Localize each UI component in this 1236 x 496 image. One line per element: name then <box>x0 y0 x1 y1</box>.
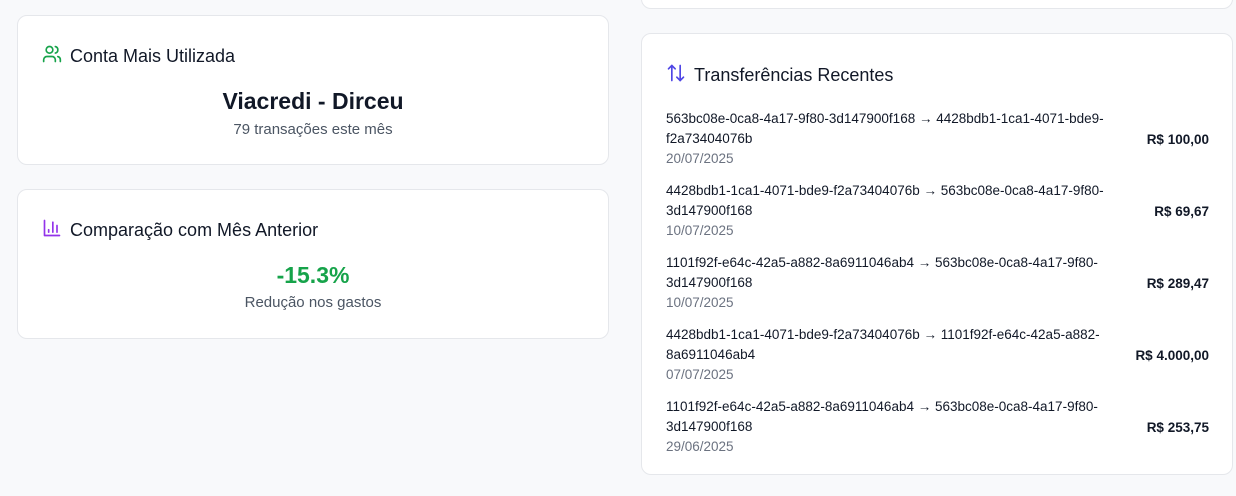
users-icon <box>42 44 62 69</box>
recent-transfers-card: Transferências Recentes 563bc08e-0ca8-4a… <box>641 33 1233 475</box>
transfer-row: 563bc08e-0ca8-4a17-9f80-3d147900f168 → 4… <box>666 103 1209 175</box>
previous-card <box>641 0 1233 9</box>
transfer-amount: R$ 69,67 <box>1154 203 1209 219</box>
comparison-percent: -15.3% <box>276 262 350 288</box>
most-used-account-header: Conta Mais Utilizada <box>42 44 235 69</box>
transfer-row: 4428bdb1-1ca1-4071-bde9-f2a73404076b → 1… <box>666 319 1209 391</box>
transfer-amount: R$ 289,47 <box>1146 275 1209 291</box>
transfer-list: 563bc08e-0ca8-4a17-9f80-3d147900f168 → 4… <box>666 103 1209 463</box>
recent-transfers-header: Transferências Recentes <box>666 63 893 88</box>
month-comparison-title: Comparação com Mês Anterior <box>70 220 319 240</box>
transfer-row: 1101f92f-e64c-42a5-a882-8a6911046ab4 → 5… <box>666 391 1209 463</box>
transfer-description: 4428bdb1-1ca1-4071-bde9-f2a73404076b → 1… <box>666 327 1100 362</box>
transfer-info: 4428bdb1-1ca1-4071-bde9-f2a73404076b → 5… <box>666 181 1126 241</box>
transfer-date: 07/07/2025 <box>666 367 734 382</box>
most-used-account-subtitle: 79 transações este mês <box>233 121 393 138</box>
transfer-description: 4428bdb1-1ca1-4071-bde9-f2a73404076b → 5… <box>666 183 1104 218</box>
bar-chart-icon <box>42 218 62 243</box>
transfer-amount: R$ 100,00 <box>1146 131 1209 147</box>
transfer-date: 29/06/2025 <box>666 439 734 454</box>
transfer-description: 563bc08e-0ca8-4a17-9f80-3d147900f168 → 4… <box>666 111 1104 146</box>
comparison-subtitle: Redução nos gastos <box>244 294 382 311</box>
transfer-info: 1101f92f-e64c-42a5-a882-8a6911046ab4 → 5… <box>666 253 1126 313</box>
transfer-info: 4428bdb1-1ca1-4071-bde9-f2a73404076b → 1… <box>666 325 1126 385</box>
arrows-up-down-icon <box>666 63 686 88</box>
transfer-date: 10/07/2025 <box>666 295 734 310</box>
transfer-date: 20/07/2025 <box>666 151 734 166</box>
transfer-row: 1101f92f-e64c-42a5-a882-8a6911046ab4 → 5… <box>666 247 1209 319</box>
transfer-info: 1101f92f-e64c-42a5-a882-8a6911046ab4 → 5… <box>666 397 1126 457</box>
most-used-account-name: Viacredi - Dirceu <box>222 88 404 114</box>
most-used-account-title: Conta Mais Utilizada <box>70 46 236 66</box>
month-comparison-header: Comparação com Mês Anterior <box>42 218 318 243</box>
recent-transfers-title: Transferências Recentes <box>694 65 894 85</box>
transfer-date: 10/07/2025 <box>666 223 734 238</box>
month-comparison-card: Comparação com Mês Anterior -15.3% Reduç… <box>17 189 609 339</box>
most-used-account-card: Conta Mais Utilizada Viacredi - Dirceu 7… <box>17 15 609 165</box>
transfer-row: 4428bdb1-1ca1-4071-bde9-f2a73404076b → 5… <box>666 175 1209 247</box>
transfer-description: 1101f92f-e64c-42a5-a882-8a6911046ab4 → 5… <box>666 399 1098 434</box>
transfer-amount: R$ 4.000,00 <box>1135 347 1209 363</box>
transfer-description: 1101f92f-e64c-42a5-a882-8a6911046ab4 → 5… <box>666 255 1098 290</box>
transfer-amount: R$ 253,75 <box>1146 419 1209 435</box>
transfer-info: 563bc08e-0ca8-4a17-9f80-3d147900f168 → 4… <box>666 109 1126 169</box>
